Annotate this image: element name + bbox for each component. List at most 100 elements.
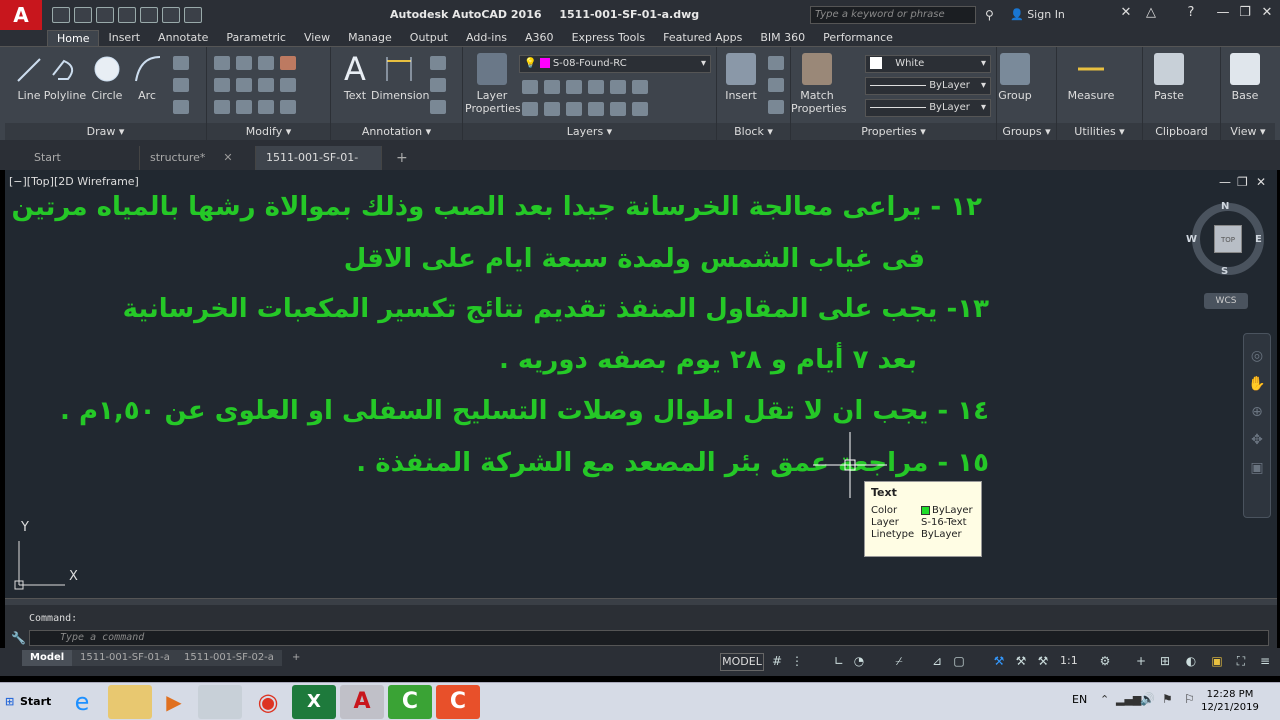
plot-icon[interactable] [140, 7, 158, 23]
lineweight-icon[interactable]: ⊿ [930, 654, 944, 668]
tab-layout-1[interactable]: 1511-001-SF-01-a [72, 650, 178, 666]
search-input[interactable]: Type a keyword or phrase [810, 6, 976, 24]
grid-icon[interactable]: # [770, 654, 784, 668]
gear-icon[interactable]: ⚙ [1098, 654, 1112, 668]
command-line-grip[interactable] [5, 599, 1277, 605]
object-snap-icon[interactable]: ⌿ [892, 654, 906, 668]
open-icon[interactable] [74, 7, 92, 23]
tab-bim-360[interactable]: BIM 360 [751, 30, 814, 46]
layer-tool-icon[interactable] [632, 102, 648, 116]
edit-block-icon[interactable] [768, 78, 784, 92]
layer-tool-icon[interactable] [588, 80, 604, 94]
autocad-taskbar-icon[interactable]: A [340, 685, 384, 719]
layer-tool-icon[interactable] [632, 80, 648, 94]
scale-icon[interactable] [236, 100, 252, 114]
internet-explorer-icon[interactable]: e [60, 685, 104, 719]
layer-tool-icon[interactable] [610, 102, 626, 116]
tab-current-drawing[interactable]: 1511-001-SF-01-a*✕ [256, 146, 382, 188]
new-tab-button[interactable]: + [386, 146, 418, 170]
exchange-icon[interactable]: ✕ [1115, 5, 1137, 23]
base-button[interactable]: Base [1221, 53, 1269, 102]
multileader-icon[interactable] [430, 78, 446, 92]
clean-screen-icon[interactable]: ▣ [1210, 654, 1224, 668]
boundary-icon[interactable] [173, 100, 189, 114]
arc-button[interactable]: Arc [123, 53, 171, 102]
binoculars-icon[interactable]: ⚲ [985, 8, 994, 22]
view-panel-title[interactable]: View ▾ [1221, 123, 1275, 141]
tab-layout-2[interactable]: 1511-001-SF-02-a [176, 650, 282, 666]
restore-icon[interactable]: ❐ [1234, 5, 1256, 23]
tab-output[interactable]: Output [401, 30, 457, 46]
annotation-visibility-icon[interactable]: ⚒ [1014, 654, 1028, 668]
orbit-icon[interactable]: ✥ [1244, 432, 1270, 448]
polyline-button[interactable]: Polyline [41, 53, 89, 102]
language-indicator[interactable]: EN [1072, 693, 1087, 706]
tab-annotate[interactable]: Annotate [149, 30, 217, 46]
linetype-dropdown[interactable]: ByLayer ▾ [865, 77, 991, 95]
layer-tool-icon[interactable] [610, 80, 626, 94]
block-panel-title[interactable]: Block ▾ [717, 123, 790, 141]
pan-icon[interactable]: ✋ [1244, 376, 1270, 392]
compass-east[interactable]: E [1255, 234, 1262, 245]
viewport-close-icon[interactable]: ✕ [1256, 175, 1266, 189]
attribute-icon[interactable] [768, 100, 784, 114]
explode-icon[interactable] [280, 78, 296, 92]
show-hidden-icons-icon[interactable]: ⌃ [1100, 693, 1109, 706]
account-icon[interactable]: △ [1140, 5, 1162, 23]
compass-north[interactable]: N [1221, 201, 1229, 212]
customization-icon[interactable]: ≡ [1258, 654, 1272, 668]
leader-icon[interactable] [430, 56, 446, 70]
close-icon[interactable]: ✕ [1256, 5, 1278, 23]
layer-properties-button[interactable]: Layer Properties [465, 53, 521, 115]
layer-tool-icon[interactable] [544, 80, 560, 94]
tab-structure[interactable]: structure* ✕ [140, 146, 256, 170]
erase-icon[interactable] [280, 56, 296, 70]
tab-parametric[interactable]: Parametric [217, 30, 295, 46]
plus-icon[interactable]: + [1134, 654, 1148, 668]
minimize-icon[interactable]: — [1212, 5, 1234, 23]
viewcube[interactable]: TOP [1192, 203, 1264, 275]
viewport-restore-icon[interactable]: ❐ [1237, 175, 1248, 189]
chrome-icon[interactable]: ◉ [246, 685, 290, 719]
camtasia-studio-icon[interactable]: C [436, 685, 480, 719]
layer-tool-icon[interactable] [566, 102, 582, 116]
undo-icon[interactable] [162, 7, 180, 23]
action-center-icon[interactable]: ⚑ [1162, 692, 1173, 706]
compass-south[interactable]: S [1221, 266, 1228, 277]
application-menu-button[interactable]: A [0, 0, 42, 30]
fillet-icon[interactable] [258, 78, 274, 92]
new-icon[interactable] [52, 7, 70, 23]
tab-manage[interactable]: Manage [339, 30, 401, 46]
hardware-acceleration-icon[interactable]: ◐ [1184, 654, 1198, 668]
isolate-icon[interactable]: ⊞ [1158, 654, 1172, 668]
wcs-menu[interactable]: WCS [1204, 293, 1248, 309]
groups-panel-title[interactable]: Groups ▾ [997, 123, 1056, 141]
array-icon[interactable] [258, 100, 274, 114]
auto-scale-icon[interactable]: ⚒ [1036, 654, 1050, 668]
layers-panel-title[interactable]: Layers ▾ [463, 123, 716, 141]
modify-panel-title[interactable]: Modify ▾ [207, 123, 330, 141]
calculator-icon[interactable] [198, 685, 242, 719]
viewport-minimize-icon[interactable]: — [1219, 175, 1231, 189]
tab-home[interactable]: Home [47, 30, 100, 46]
annotation-scale-icon[interactable]: ⚒ [992, 654, 1006, 668]
tab-performance[interactable]: Performance [814, 30, 902, 46]
volume-icon[interactable]: 🔊 [1140, 692, 1155, 706]
help-icon[interactable]: ? [1180, 5, 1202, 23]
network-icon[interactable]: ▂▄▆ [1116, 693, 1141, 706]
layer-tool-icon[interactable] [544, 102, 560, 116]
media-player-icon[interactable]: ▶ [152, 685, 196, 719]
excel-icon[interactable]: X [292, 685, 336, 719]
close-icon[interactable]: ✕ [223, 151, 232, 164]
file-explorer-icon[interactable] [108, 685, 152, 719]
ortho-icon[interactable]: ∟ [832, 654, 846, 668]
viewport-controls[interactable]: [−][Top][2D Wireframe] [9, 175, 139, 188]
layer-dropdown[interactable]: 💡 S-08-Found-RC ▾ [519, 55, 711, 73]
flag-icon[interactable]: ⚐ [1184, 692, 1195, 706]
utilities-panel-title[interactable]: Utilities ▾ [1057, 123, 1142, 141]
annotation-scale-value[interactable]: 1:1 [1060, 654, 1078, 667]
tab-express-tools[interactable]: Express Tools [563, 30, 655, 46]
measure-button[interactable]: Measure [1065, 53, 1117, 102]
save-icon[interactable] [96, 7, 114, 23]
wrench-icon[interactable]: 🔧 [11, 631, 26, 645]
